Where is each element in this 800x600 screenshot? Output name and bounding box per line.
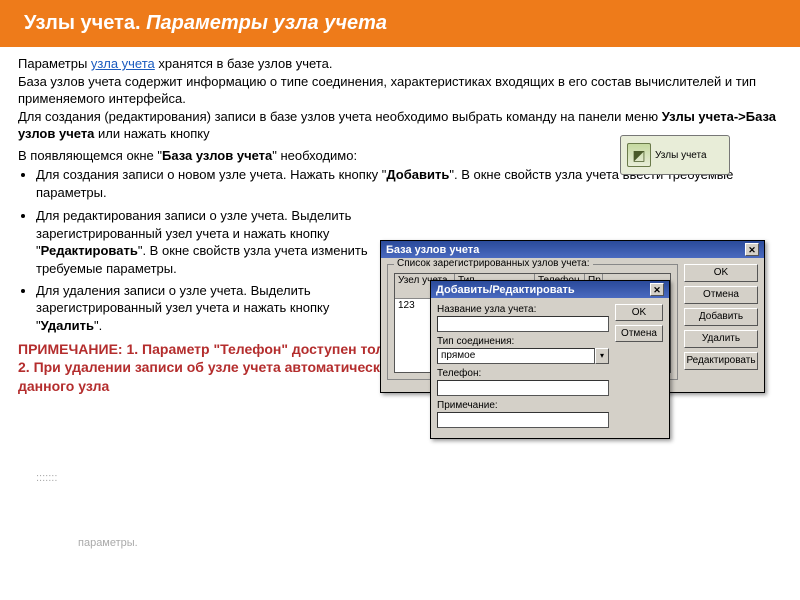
node-name-input[interactable]: [437, 316, 609, 332]
toolbar-button-nodes[interactable]: ◩ Узлы учета: [620, 135, 730, 175]
cancel-button[interactable]: Отмена: [684, 286, 758, 304]
dialog-add-edit: Добавить/Редактировать ✕ Название узла у…: [430, 280, 670, 439]
chevron-down-icon[interactable]: ▾: [595, 348, 609, 364]
dialog-button-column: OK Отмена: [615, 304, 663, 432]
header-title-italic: Параметры узла учета: [146, 12, 387, 34]
text: В появляющемся окне ": [18, 148, 162, 163]
text: Параметры: [18, 56, 91, 71]
text: Для создания (редактирования) записи в б…: [18, 109, 662, 124]
page-header: Узлы учета. Параметры узла учета: [0, 0, 800, 47]
nodes-icon: ◩: [627, 143, 651, 167]
field-connection-type: Тип соединения: прямое ▾: [437, 336, 609, 364]
text-bold: Удалить: [41, 318, 94, 333]
shade-text-1: :::::::: [18, 470, 75, 486]
dialog-title: Добавить/Редактировать: [436, 284, 575, 296]
combo-value: прямое: [437, 348, 595, 364]
groupbox-legend: Список зарегистрированных узлов учета:: [394, 258, 593, 269]
list-item: Для удаления записи о узле учета. Выдели…: [36, 282, 396, 335]
dialog-titlebar[interactable]: Добавить/Редактировать ✕: [431, 281, 669, 298]
text: хранятся в базе узлов учета.: [155, 56, 333, 71]
label: Название узла учета:: [437, 304, 609, 315]
label: Примечание:: [437, 400, 609, 411]
add-button[interactable]: Добавить: [684, 308, 758, 326]
text-bold: Добавить: [386, 167, 449, 182]
dialog-titlebar[interactable]: База узлов учета ✕: [381, 241, 764, 258]
field-node-name: Название узла учета:: [437, 304, 609, 332]
paragraph-2: База узлов учета содержит информацию о т…: [18, 73, 782, 108]
link-node[interactable]: узла учета: [91, 56, 155, 71]
text: ".: [94, 318, 102, 333]
field-note: Примечание:: [437, 400, 609, 428]
dialog-title: База узлов учета: [386, 244, 479, 256]
label: Тип соединения:: [437, 336, 609, 347]
text-bold: База узлов учета: [162, 148, 272, 163]
dialog-body: Название узла учета: Тип соединения: пря…: [431, 298, 669, 438]
phone-input[interactable]: [437, 380, 609, 396]
header-title-plain: Узлы учета.: [24, 12, 146, 34]
ok-button[interactable]: OK: [615, 304, 663, 321]
text: Для создания записи о новом узле учета. …: [36, 167, 386, 182]
toolbar-button-label: Узлы учета: [655, 150, 707, 161]
list-item: Для редактирования записи о узле учета. …: [36, 207, 396, 277]
instruction-list-2: Для редактирования записи о узле учета. …: [36, 207, 396, 334]
field-phone: Телефон:: [437, 368, 609, 396]
dialog-button-column: OK Отмена Добавить Удалить Редактировать: [684, 264, 758, 386]
edit-button[interactable]: Редактировать: [684, 352, 758, 370]
paragraph-1: Параметры узла учета хранятся в базе узл…: [18, 55, 782, 73]
delete-button[interactable]: Удалить: [684, 330, 758, 348]
close-icon[interactable]: ✕: [745, 243, 759, 256]
text: " необходимо:: [272, 148, 357, 163]
label: Телефон:: [437, 368, 609, 379]
connection-type-select[interactable]: прямое ▾: [437, 348, 609, 364]
close-icon[interactable]: ✕: [650, 283, 664, 296]
cancel-button[interactable]: Отмена: [615, 325, 663, 342]
ok-button[interactable]: OK: [684, 264, 758, 282]
text-bold: Редактировать: [41, 243, 138, 258]
note-input[interactable]: [437, 412, 609, 428]
shade-text-2: параметры.: [60, 535, 156, 551]
text: или нажать кнопку: [94, 126, 209, 141]
